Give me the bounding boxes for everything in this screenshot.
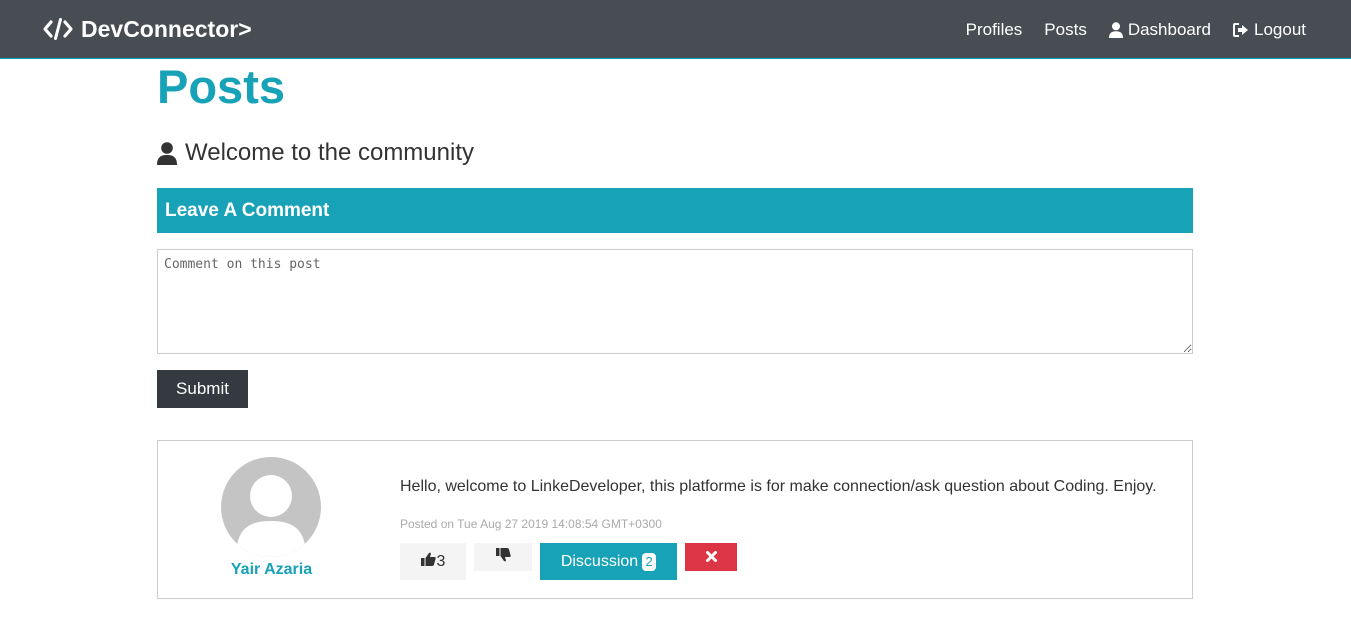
nav-link-label: Logout (1254, 19, 1306, 39)
submit-button[interactable]: Submit (157, 370, 248, 408)
post-card: Yair Azaria Hello, welcome to LinkeDevel… (157, 440, 1193, 599)
post-date: Posted on Tue Aug 27 2019 14:08:54 GMT+0… (400, 517, 662, 531)
page-title: Posts (157, 60, 285, 113)
author-name-link[interactable]: Yair Azaria (158, 561, 385, 579)
comment-form-header: Leave A Comment (157, 188, 1193, 233)
thumbs-down-icon (495, 547, 511, 567)
lead-label: Welcome to the community (185, 139, 474, 166)
discussion-label: Discussion (560, 552, 639, 570)
comment-form: Submit (157, 249, 1193, 408)
brand-link[interactable]: DevConnector> (43, 15, 252, 43)
nav-link-logout[interactable]: Logout (1233, 20, 1306, 40)
code-icon (43, 18, 73, 40)
sign-out-icon (1233, 22, 1249, 37)
navbar: DevConnector> Profiles Posts Dashboard L… (0, 0, 1351, 59)
avatar[interactable] (221, 457, 321, 557)
delete-post-button[interactable] (685, 543, 737, 571)
nav-link-profiles[interactable]: Profiles (966, 20, 1023, 40)
post-actions: 3 Discussion 2 (400, 543, 737, 580)
discussion-button[interactable]: Discussion 2 (540, 543, 677, 580)
comment-form-header-label: Leave A Comment (165, 199, 330, 221)
brand-label: DevConnector> (81, 15, 252, 42)
nav-link-posts[interactable]: Posts (1044, 20, 1087, 40)
post-text: Hello, welcome to LinkeDeveloper, this p… (400, 478, 1157, 495)
user-icon (157, 141, 177, 165)
comment-count-badge: 2 (642, 552, 657, 571)
unlike-button[interactable] (474, 543, 532, 571)
nav-link-label: Profiles (965, 19, 1023, 39)
nav-link-dashboard[interactable]: Dashboard (1108, 19, 1211, 40)
like-button[interactable]: 3 (400, 543, 466, 580)
like-count: 3 (436, 552, 446, 570)
nav-links: Profiles Posts Dashboard Logout (966, 0, 1306, 59)
post-author: Yair Azaria (158, 441, 385, 598)
nav-link-label: Posts (1044, 19, 1087, 39)
user-icon (1108, 21, 1123, 38)
lead-text: Welcome to the community (157, 139, 474, 167)
close-icon (705, 550, 717, 565)
thumbs-up-icon (420, 552, 436, 571)
nav-link-label: Dashboard (1127, 19, 1211, 39)
comment-textarea[interactable] (157, 249, 1193, 354)
